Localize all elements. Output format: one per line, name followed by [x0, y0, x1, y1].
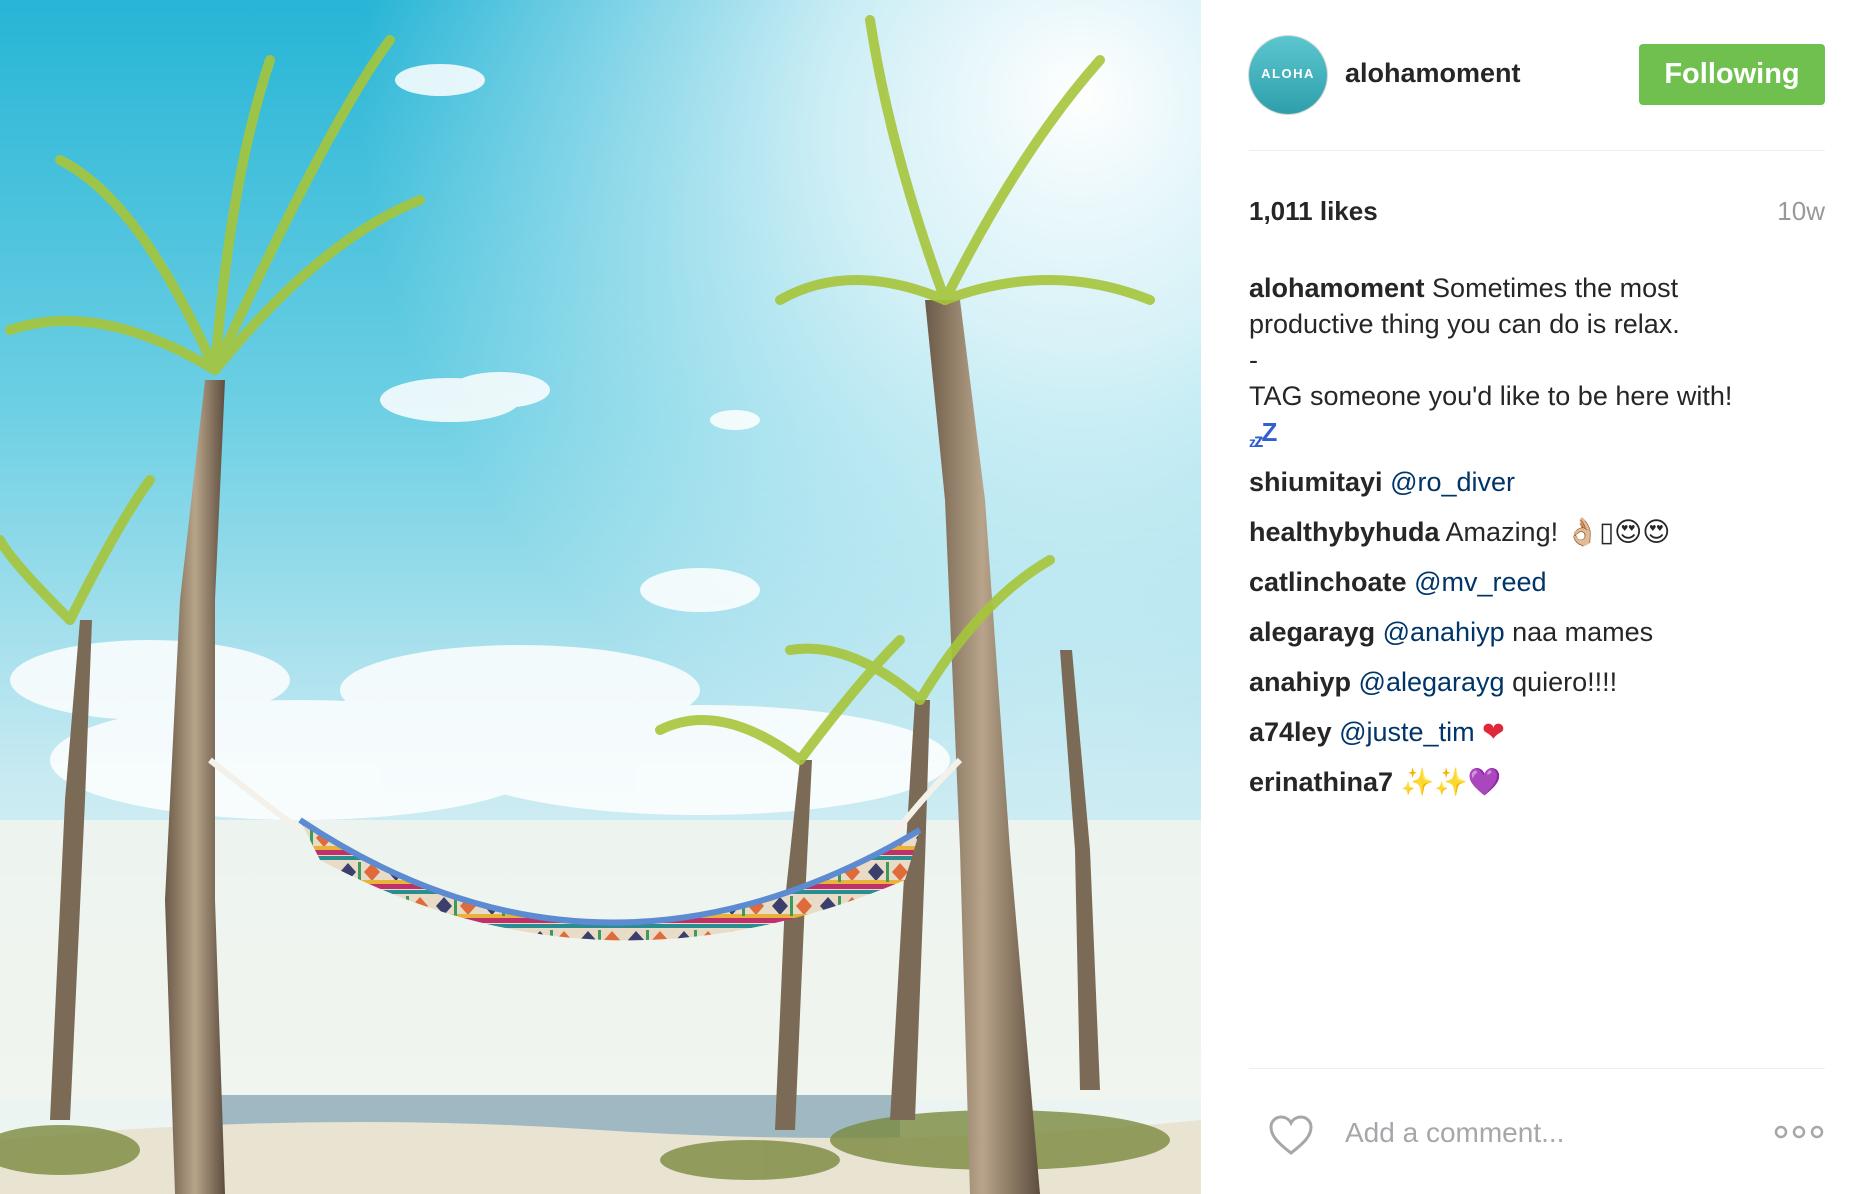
- heart-emoji: ❤: [1482, 717, 1505, 747]
- sleeping-emoji: zzZ: [1249, 417, 1277, 452]
- caption-username[interactable]: alohamoment: [1249, 273, 1425, 303]
- comment-item: anahiyp @alegarayg quiero!!!!: [1249, 662, 1829, 712]
- post-caption: alohamoment Sometimes the most productiv…: [1249, 270, 1809, 460]
- comment-text: naa mames: [1512, 617, 1654, 647]
- add-comment-input[interactable]: [1345, 1113, 1735, 1153]
- caption-dash: -: [1249, 345, 1258, 375]
- comment-username[interactable]: healthybyhuda: [1249, 517, 1440, 547]
- comment-text: Amazing!: [1445, 517, 1559, 547]
- avatar[interactable]: ALOHA: [1249, 36, 1327, 114]
- post-container: ALOHA alohamoment Following 1,011 likes …: [0, 0, 1860, 1194]
- comment-username[interactable]: anahiyp: [1249, 667, 1351, 697]
- comment-text: quiero!!!!: [1512, 667, 1618, 697]
- heart-outline-icon[interactable]: [1268, 1114, 1314, 1156]
- following-button[interactable]: Following: [1639, 44, 1825, 105]
- username-link[interactable]: alohamoment: [1345, 58, 1521, 89]
- photo-illustration: [0, 0, 1201, 1194]
- sparkles-emoji: ✨✨💜: [1400, 767, 1502, 797]
- comment-mention[interactable]: @mv_reed: [1414, 567, 1546, 597]
- comment-username[interactable]: a74ley: [1249, 717, 1332, 747]
- comment-username[interactable]: shiumitayi: [1249, 467, 1383, 497]
- comment-item: erinathina7 ✨✨💜: [1249, 762, 1829, 812]
- post-age[interactable]: 10w: [1777, 196, 1825, 227]
- comment-mention[interactable]: @ro_diver: [1390, 467, 1515, 497]
- comment-emoji: 👌🏼▯😍😍: [1565, 517, 1671, 547]
- comment-username[interactable]: alegarayg: [1249, 617, 1375, 647]
- footer-divider: [1249, 1068, 1825, 1069]
- post-side-panel: ALOHA alohamoment Following 1,011 likes …: [1201, 0, 1860, 1194]
- avatar-logo-text: ALOHA: [1261, 66, 1315, 81]
- comment-mention[interactable]: @juste_tim: [1339, 717, 1474, 747]
- comment-item: shiumitayi @ro_diver: [1249, 462, 1829, 512]
- likes-count[interactable]: 1,011 likes: [1249, 196, 1378, 227]
- more-options-icon[interactable]: [1774, 1124, 1824, 1140]
- post-photo[interactable]: [0, 0, 1201, 1194]
- comments-list: shiumitayi @ro_diver healthybyhuda Amazi…: [1249, 462, 1829, 812]
- caption-tag-text: TAG someone you'd like to be here with!: [1249, 381, 1733, 411]
- post-header: ALOHA alohamoment Following: [1249, 36, 1825, 151]
- comment-mention[interactable]: @alegarayg: [1359, 667, 1505, 697]
- comment-username[interactable]: erinathina7: [1249, 767, 1393, 797]
- comment-item: alegarayg @anahiyp naa mames: [1249, 612, 1829, 662]
- comment-item: a74ley @juste_tim ❤: [1249, 712, 1829, 762]
- comment-item: catlinchoate @mv_reed: [1249, 562, 1829, 612]
- comment-mention[interactable]: @anahiyp: [1383, 617, 1505, 647]
- comment-item: healthybyhuda Amazing! 👌🏼▯😍😍: [1249, 512, 1829, 562]
- comment-username[interactable]: catlinchoate: [1249, 567, 1407, 597]
